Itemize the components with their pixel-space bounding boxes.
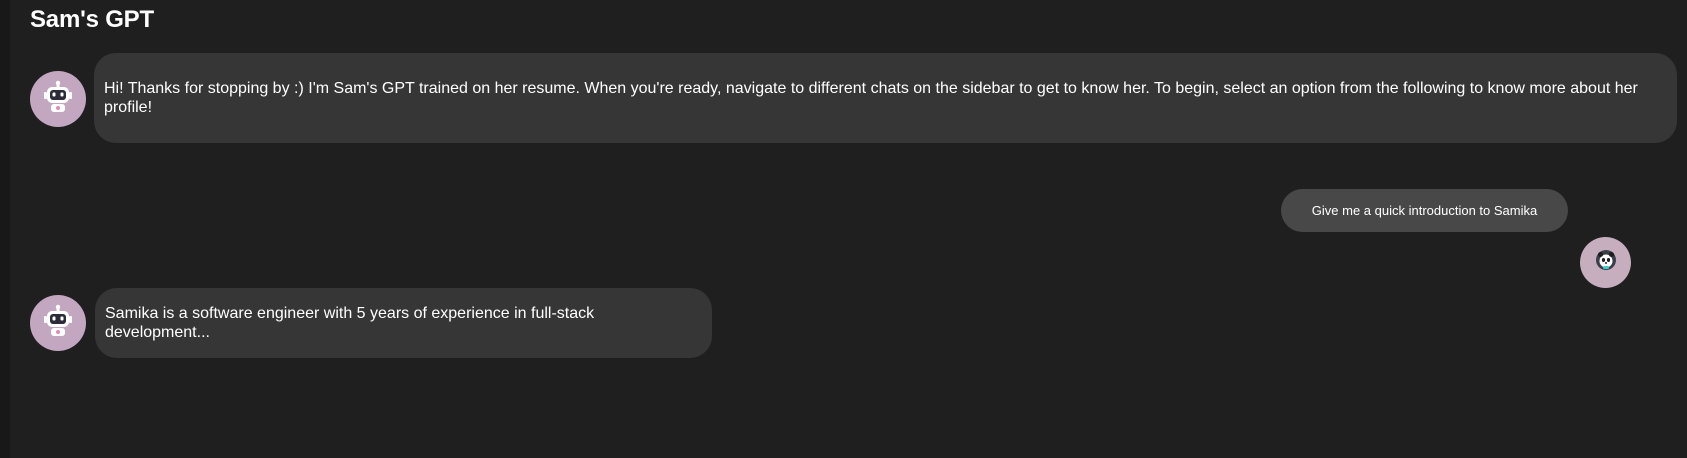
sidebar-edge	[0, 0, 10, 458]
bot-message-text: Hi! Thanks for stopping by :) I'm Sam's …	[104, 80, 1638, 116]
bot-message-bubble: Hi! Thanks for stopping by :) I'm Sam's …	[94, 53, 1677, 143]
bot-message-text: Samika is a software engineer with 5 yea…	[105, 305, 595, 341]
user-avatar	[1580, 237, 1631, 288]
user-message-bubble: Give me a quick introduction to Samika	[1281, 189, 1568, 232]
bot-avatar	[30, 295, 86, 351]
panda-icon	[1594, 248, 1618, 277]
bot-avatar	[30, 71, 86, 127]
robot-icon	[41, 304, 75, 343]
bot-message-bubble: Samika is a software engineer with 5 yea…	[95, 288, 712, 358]
robot-icon	[41, 80, 75, 119]
page-title: Sam's GPT	[30, 6, 154, 33]
user-message-text: Give me a quick introduction to Samika	[1311, 203, 1538, 218]
